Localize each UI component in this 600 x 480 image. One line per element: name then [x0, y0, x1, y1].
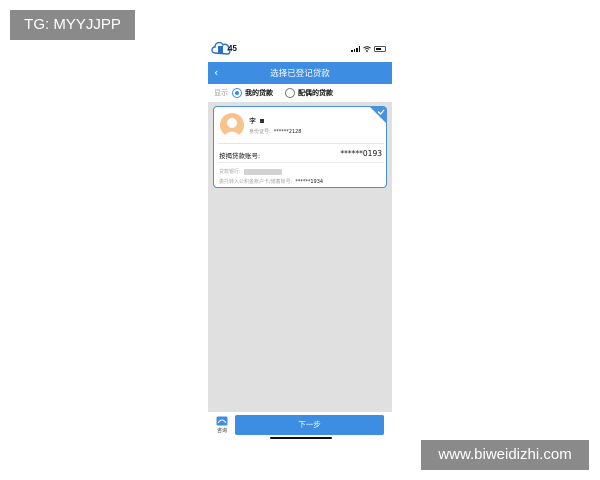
id-number-row: 身份证号: ******2128 — [249, 128, 301, 135]
system-icons — [351, 45, 386, 53]
watermark-bottom-right: www.biweidizhi.com — [421, 440, 589, 470]
borrower-name: 李 — [249, 116, 264, 126]
loan-account-value: ******0193 — [340, 149, 382, 158]
status-time: 45 — [228, 44, 237, 53]
borrower-name-text: 李 — [249, 117, 256, 125]
avatar — [220, 113, 244, 137]
next-step-button[interactable]: 下一步 — [235, 415, 384, 435]
radio-unselected-icon — [285, 88, 295, 98]
watermark-top-left: TG: MYYJJPP — [10, 10, 135, 40]
page-title: 选择已登记贷款 — [270, 69, 330, 79]
radio-my-loans[interactable]: 我的贷款 — [232, 88, 273, 98]
nav-bar: ‹ 选择已登记贷款 — [208, 62, 392, 84]
loan-account-label: 按揭贷款账号: — [219, 152, 261, 160]
radio-selected-icon — [232, 88, 242, 98]
selected-check-icon — [370, 107, 386, 123]
radio-spouse-loans-label: 配偶的贷款 — [298, 89, 333, 97]
filter-label: 显示 — [214, 89, 228, 97]
loan-list: 李 身份证号: ******2128 按揭贷款账号: ******0193 贷款银… — [208, 102, 392, 412]
help-button[interactable]: 咨询 — [214, 416, 230, 434]
phone-screen: 45 ‹ 选择已登记贷款 显示 我的贷款 配偶的贷款 李 身份证号: *****… — [208, 36, 392, 440]
status-bar: 45 — [208, 36, 392, 62]
repay-account-value: ******1934 — [295, 179, 324, 185]
loan-bank-row: 贷款银行: — [219, 168, 282, 175]
card-divider — [218, 162, 384, 163]
radio-my-loans-label: 我的贷款 — [245, 89, 273, 97]
home-indicator — [270, 437, 332, 439]
card-divider — [218, 143, 384, 144]
help-label: 咨询 — [216, 428, 227, 434]
name-mask — [260, 119, 264, 123]
loan-filter: 显示 我的贷款 配偶的贷款 — [208, 84, 392, 102]
wifi-icon — [363, 46, 371, 52]
battery-icon — [374, 46, 386, 52]
loan-card[interactable]: 李 身份证号: ******2128 按揭贷款账号: ******0193 贷款银… — [213, 106, 387, 188]
repay-account-row: 委托转入公积金账户卡/储蓄账号: ******1934 — [219, 178, 323, 185]
repay-account-label: 委托转入公积金账户卡/储蓄账号: — [219, 179, 293, 185]
bottom-bar: 咨询 下一步 — [208, 412, 392, 440]
id-number-value: ******2128 — [273, 129, 302, 135]
radio-spouse-loans[interactable]: 配偶的贷款 — [285, 88, 333, 98]
loan-bank-label: 贷款银行: — [219, 169, 241, 175]
consult-icon — [216, 416, 228, 426]
screenshot-stage: TG: MYYJJPP 45 ‹ 选择已登记贷款 显示 我的贷款 配偶的贷款 李… — [0, 0, 600, 480]
bank-name-blurred — [243, 168, 282, 175]
signal-icon — [351, 46, 360, 52]
person-icon — [223, 118, 241, 137]
id-number-label: 身份证号: — [249, 129, 271, 135]
